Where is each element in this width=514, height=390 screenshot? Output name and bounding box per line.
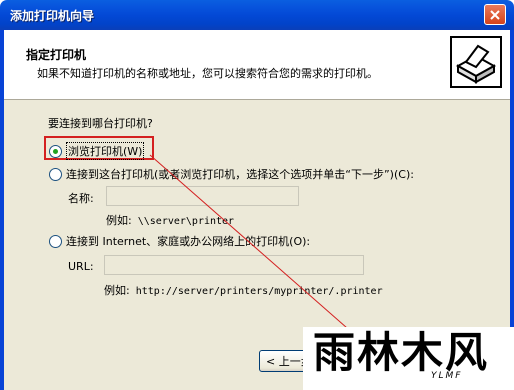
printer-icon (450, 36, 502, 88)
option-connect-url[interactable]: 连接到 Internet、家庭或办公网络上的打印机(O): (49, 233, 310, 249)
close-button[interactable] (484, 4, 506, 25)
watermark-sub: YLMF (431, 371, 463, 381)
watermark-text: 雨林木风 (313, 328, 490, 377)
url-label: URL: (68, 260, 94, 273)
url-example-value: http://server/printers/myprinter/.printe… (135, 286, 383, 297)
option-browse[interactable]: 浏览打印机(W) (49, 142, 145, 160)
wizard-header: 指定打印机 如果不知道打印机的名称或地址，您可以搜索符合您的需求的打印机。 (4, 30, 510, 100)
watermark-logo: 雨林木风 YLMF (303, 327, 514, 390)
option-connect-url-label[interactable]: 连接到 Internet、家庭或办公网络上的打印机(O): (66, 233, 310, 249)
title-bar[interactable]: 添加打印机向导 (0, 0, 514, 30)
name-example: 例如: \\server\printer (106, 212, 234, 228)
name-field[interactable] (106, 186, 299, 206)
page-subtitle: 如果不知道打印机的名称或地址，您可以搜索符合您的需求的打印机。 (37, 67, 378, 80)
radio-connect-name[interactable] (49, 167, 62, 181)
window-title: 添加打印机向导 (10, 9, 95, 23)
option-browse-label[interactable]: 浏览打印机(W) (66, 142, 145, 160)
radio-connect-url[interactable] (49, 234, 62, 248)
url-field[interactable] (104, 255, 364, 275)
radio-browse[interactable] (49, 144, 62, 158)
name-label: 名称: (68, 192, 94, 205)
url-example: 例如: http://server/printers/myprinter/.pr… (104, 282, 383, 298)
question-label: 要连接到哪台打印机? (48, 117, 153, 130)
page-title: 指定打印机 (26, 48, 87, 62)
close-icon (490, 10, 500, 20)
name-example-prefix: 例如: (106, 214, 132, 227)
option-connect-name[interactable]: 连接到这台打印机(或者浏览打印机，选择这个选项并单击“下一步”)(C): (49, 166, 414, 182)
url-example-prefix: 例如: (104, 284, 130, 297)
option-connect-name-label[interactable]: 连接到这台打印机(或者浏览打印机，选择这个选项并单击“下一步”)(C): (66, 166, 414, 182)
name-example-value: \\server\printer (137, 216, 235, 227)
